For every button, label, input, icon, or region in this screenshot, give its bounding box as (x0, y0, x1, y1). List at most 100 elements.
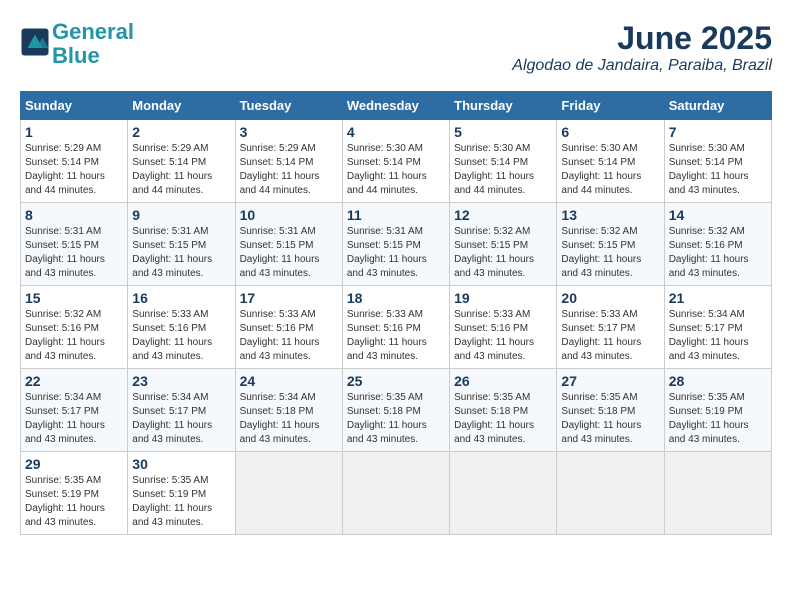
table-row: 2 Sunrise: 5:29 AM Sunset: 5:14 PM Dayli… (128, 120, 235, 203)
table-row: 25 Sunrise: 5:35 AM Sunset: 5:18 PM Dayl… (342, 369, 449, 452)
table-row: 26 Sunrise: 5:35 AM Sunset: 5:18 PM Dayl… (450, 369, 557, 452)
location-title: Algodao de Jandaira, Paraiba, Brazil (512, 57, 772, 75)
day-number: 27 (561, 373, 659, 389)
day-info: Sunrise: 5:29 AM Sunset: 5:14 PM Dayligh… (132, 142, 230, 198)
table-row (235, 452, 342, 535)
logo-blue: Blue (52, 43, 100, 68)
table-row: 4 Sunrise: 5:30 AM Sunset: 5:14 PM Dayli… (342, 120, 449, 203)
day-number: 30 (132, 456, 230, 472)
table-row: 20 Sunrise: 5:33 AM Sunset: 5:17 PM Dayl… (557, 286, 664, 369)
calendar-header-row: Sunday Monday Tuesday Wednesday Thursday… (21, 92, 772, 120)
table-row (342, 452, 449, 535)
table-row: 23 Sunrise: 5:34 AM Sunset: 5:17 PM Dayl… (128, 369, 235, 452)
table-row: 5 Sunrise: 5:30 AM Sunset: 5:14 PM Dayli… (450, 120, 557, 203)
day-info: Sunrise: 5:35 AM Sunset: 5:18 PM Dayligh… (454, 391, 552, 447)
day-number: 8 (25, 207, 123, 223)
calendar-week-row: 1 Sunrise: 5:29 AM Sunset: 5:14 PM Dayli… (21, 120, 772, 203)
day-number: 16 (132, 290, 230, 306)
header: General Blue June 2025 Algodao de Jandai… (20, 20, 772, 75)
table-row: 21 Sunrise: 5:34 AM Sunset: 5:17 PM Dayl… (664, 286, 771, 369)
col-tuesday: Tuesday (235, 92, 342, 120)
day-info: Sunrise: 5:30 AM Sunset: 5:14 PM Dayligh… (561, 142, 659, 198)
day-number: 21 (669, 290, 767, 306)
day-info: Sunrise: 5:35 AM Sunset: 5:19 PM Dayligh… (25, 474, 123, 530)
day-number: 11 (347, 207, 445, 223)
table-row: 17 Sunrise: 5:33 AM Sunset: 5:16 PM Dayl… (235, 286, 342, 369)
day-number: 12 (454, 207, 552, 223)
table-row: 10 Sunrise: 5:31 AM Sunset: 5:15 PM Dayl… (235, 203, 342, 286)
day-info: Sunrise: 5:33 AM Sunset: 5:16 PM Dayligh… (347, 308, 445, 364)
table-row: 19 Sunrise: 5:33 AM Sunset: 5:16 PM Dayl… (450, 286, 557, 369)
day-info: Sunrise: 5:29 AM Sunset: 5:14 PM Dayligh… (25, 142, 123, 198)
day-info: Sunrise: 5:31 AM Sunset: 5:15 PM Dayligh… (132, 225, 230, 281)
day-number: 26 (454, 373, 552, 389)
day-number: 17 (240, 290, 338, 306)
table-row: 12 Sunrise: 5:32 AM Sunset: 5:15 PM Dayl… (450, 203, 557, 286)
day-number: 20 (561, 290, 659, 306)
day-info: Sunrise: 5:34 AM Sunset: 5:17 PM Dayligh… (25, 391, 123, 447)
day-info: Sunrise: 5:33 AM Sunset: 5:16 PM Dayligh… (132, 308, 230, 364)
day-number: 1 (25, 124, 123, 140)
logo-icon (20, 27, 50, 57)
calendar-table: Sunday Monday Tuesday Wednesday Thursday… (20, 91, 772, 535)
table-row (450, 452, 557, 535)
day-number: 3 (240, 124, 338, 140)
day-info: Sunrise: 5:31 AM Sunset: 5:15 PM Dayligh… (240, 225, 338, 281)
day-info: Sunrise: 5:31 AM Sunset: 5:15 PM Dayligh… (25, 225, 123, 281)
table-row: 30 Sunrise: 5:35 AM Sunset: 5:19 PM Dayl… (128, 452, 235, 535)
table-row: 8 Sunrise: 5:31 AM Sunset: 5:15 PM Dayli… (21, 203, 128, 286)
col-friday: Friday (557, 92, 664, 120)
day-number: 4 (347, 124, 445, 140)
day-number: 10 (240, 207, 338, 223)
col-monday: Monday (128, 92, 235, 120)
day-number: 9 (132, 207, 230, 223)
table-row (557, 452, 664, 535)
day-number: 19 (454, 290, 552, 306)
day-info: Sunrise: 5:30 AM Sunset: 5:14 PM Dayligh… (669, 142, 767, 198)
day-info: Sunrise: 5:32 AM Sunset: 5:16 PM Dayligh… (25, 308, 123, 364)
table-row: 3 Sunrise: 5:29 AM Sunset: 5:14 PM Dayli… (235, 120, 342, 203)
calendar-week-row: 22 Sunrise: 5:34 AM Sunset: 5:17 PM Dayl… (21, 369, 772, 452)
day-number: 25 (347, 373, 445, 389)
day-info: Sunrise: 5:32 AM Sunset: 5:15 PM Dayligh… (454, 225, 552, 281)
calendar-week-row: 8 Sunrise: 5:31 AM Sunset: 5:15 PM Dayli… (21, 203, 772, 286)
day-number: 23 (132, 373, 230, 389)
month-title: June 2025 (512, 20, 772, 57)
day-info: Sunrise: 5:34 AM Sunset: 5:17 PM Dayligh… (132, 391, 230, 447)
table-row: 13 Sunrise: 5:32 AM Sunset: 5:15 PM Dayl… (557, 203, 664, 286)
day-info: Sunrise: 5:30 AM Sunset: 5:14 PM Dayligh… (347, 142, 445, 198)
table-row: 15 Sunrise: 5:32 AM Sunset: 5:16 PM Dayl… (21, 286, 128, 369)
col-saturday: Saturday (664, 92, 771, 120)
table-row: 9 Sunrise: 5:31 AM Sunset: 5:15 PM Dayli… (128, 203, 235, 286)
day-info: Sunrise: 5:35 AM Sunset: 5:19 PM Dayligh… (132, 474, 230, 530)
table-row: 14 Sunrise: 5:32 AM Sunset: 5:16 PM Dayl… (664, 203, 771, 286)
day-number: 7 (669, 124, 767, 140)
day-info: Sunrise: 5:32 AM Sunset: 5:16 PM Dayligh… (669, 225, 767, 281)
table-row: 6 Sunrise: 5:30 AM Sunset: 5:14 PM Dayli… (557, 120, 664, 203)
table-row: 18 Sunrise: 5:33 AM Sunset: 5:16 PM Dayl… (342, 286, 449, 369)
day-number: 18 (347, 290, 445, 306)
col-sunday: Sunday (21, 92, 128, 120)
table-row: 7 Sunrise: 5:30 AM Sunset: 5:14 PM Dayli… (664, 120, 771, 203)
calendar-week-row: 29 Sunrise: 5:35 AM Sunset: 5:19 PM Dayl… (21, 452, 772, 535)
table-row: 27 Sunrise: 5:35 AM Sunset: 5:18 PM Dayl… (557, 369, 664, 452)
day-info: Sunrise: 5:33 AM Sunset: 5:16 PM Dayligh… (240, 308, 338, 364)
day-info: Sunrise: 5:34 AM Sunset: 5:17 PM Dayligh… (669, 308, 767, 364)
logo: General Blue (20, 20, 134, 68)
day-info: Sunrise: 5:30 AM Sunset: 5:14 PM Dayligh… (454, 142, 552, 198)
day-number: 5 (454, 124, 552, 140)
day-info: Sunrise: 5:33 AM Sunset: 5:17 PM Dayligh… (561, 308, 659, 364)
day-number: 15 (25, 290, 123, 306)
calendar-week-row: 15 Sunrise: 5:32 AM Sunset: 5:16 PM Dayl… (21, 286, 772, 369)
day-info: Sunrise: 5:35 AM Sunset: 5:19 PM Dayligh… (669, 391, 767, 447)
table-row: 24 Sunrise: 5:34 AM Sunset: 5:18 PM Dayl… (235, 369, 342, 452)
day-number: 2 (132, 124, 230, 140)
day-number: 22 (25, 373, 123, 389)
table-row: 28 Sunrise: 5:35 AM Sunset: 5:19 PM Dayl… (664, 369, 771, 452)
day-number: 13 (561, 207, 659, 223)
col-thursday: Thursday (450, 92, 557, 120)
day-number: 6 (561, 124, 659, 140)
day-number: 29 (25, 456, 123, 472)
day-number: 24 (240, 373, 338, 389)
table-row: 16 Sunrise: 5:33 AM Sunset: 5:16 PM Dayl… (128, 286, 235, 369)
